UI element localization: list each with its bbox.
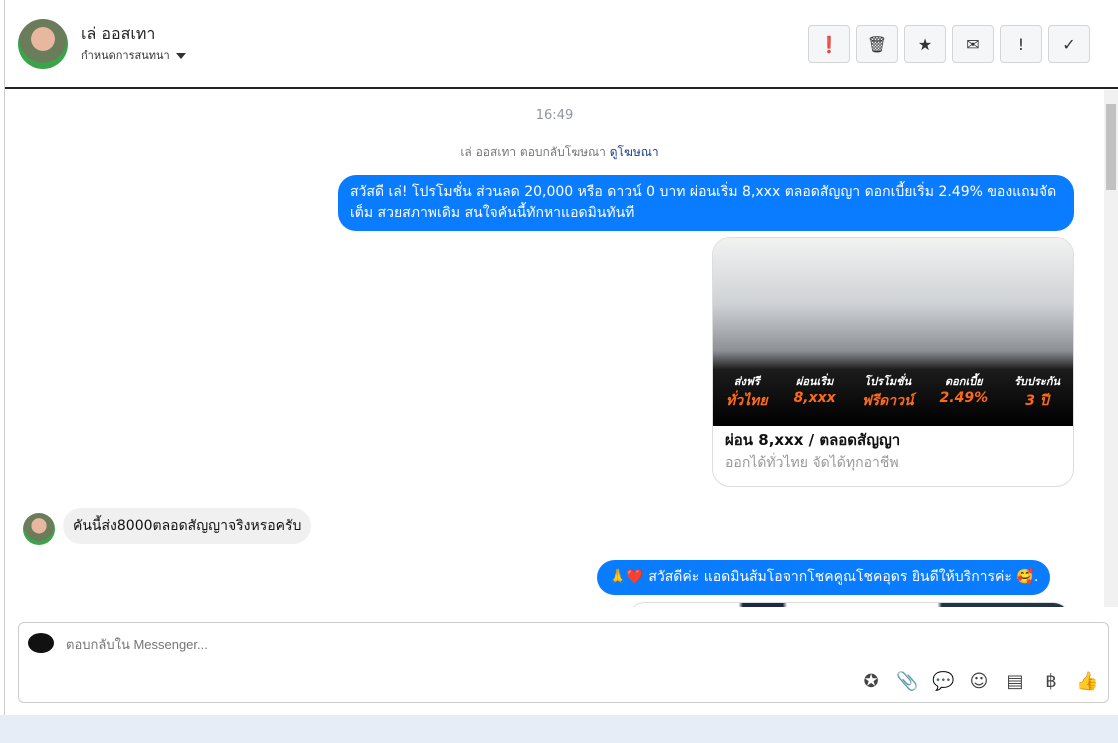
baht-icon[interactable]: ฿ [1040,671,1062,692]
check-icon: ✓ [1062,34,1076,54]
car-image: ส่งฟรี ทั่วไทย ผ่อนเริ่ม 8,xxx โปรโมชั่น ฟร… [713,238,1073,426]
star-icon: ★ [917,34,933,54]
caret-down-icon [175,53,186,59]
promo-item: ผ่อนเริ่ม 8,xxx [793,375,836,406]
star-button[interactable]: ★ [904,25,946,63]
card-title: ผ่อน 8,xxx / ตลอดสัญญา [725,431,901,449]
trash-icon: 🗑 [866,34,888,54]
sender-avatar [23,513,55,545]
incoming-message: คันนี้ส่ง8000ตลอดสัญญาจริงหรอครับ [63,508,312,544]
spam-icon: ❗ [819,34,839,54]
attach-icon[interactable]: 📎 [896,671,918,692]
mark-unread-button[interactable]: ✉ [952,25,994,63]
card-subtitle: ออกได้ทั่วไทย จัดได้ทุกอาชีพ [725,455,899,471]
promo-item: โปรโมชั่น ฟรีดาวน์ [861,375,914,409]
timestamp: 16:49 [535,108,574,123]
spam-button[interactable]: ❗ [808,25,850,63]
outgoing-message: 🙏❤️ สวัสดีค่ะ แอดมินส้มโอจากโชคคูณโชคอุด… [597,560,1051,595]
delete-button[interactable]: 🗑 [856,25,898,63]
promo-item: ดอกเบี้ย 2.49% [939,375,989,406]
like-icon[interactable]: 👍 [1076,671,1098,692]
ad-reply-notice: เล่ ออสเทา ตอบกลับโฆษณา ดูโฆษณา [5,143,1104,162]
ad-card[interactable]: ส่งฟรี ทั่วไทย ผ่อนเริ่ม 8,xxx โปรโมชั่น ฟร… [712,237,1074,487]
bottom-bar [0,715,1118,743]
ad-reply-text: เล่ ออสเทา ตอบกลับโฆษณา [460,145,606,159]
contact-name[interactable]: เล่ ออสเทา [81,22,155,47]
notes-icon[interactable]: ▤ [1004,671,1026,692]
emoji-icon[interactable]: ☺ [968,671,990,692]
exclamation-icon: ! [1017,34,1025,54]
conversation-settings[interactable]: กำหนดการสนทนา [81,46,186,64]
outgoing-message: สวัสดี เล่! โปรโมชั่น ส่วนลด 20,000 หรือ… [338,175,1074,231]
promo-item: รับประกัน 3 ปี [1014,375,1060,409]
image-attachment[interactable] [627,602,1071,607]
message-thread: 16:49 เล่ ออสเทา ตอบกลับโฆษณา ดูโฆษณา สว… [5,90,1104,607]
follow-up-button[interactable]: ! [1000,25,1042,63]
scrollbar[interactable] [1104,90,1118,607]
reply-input[interactable] [66,637,766,652]
conversation-header: เล่ ออสเทา กำหนดการสนทนา ❗ 🗑 ★ ✉ ! ✓ [5,0,1118,89]
mark-done-button[interactable]: ✓ [1048,25,1090,63]
promo-item: ส่งฟรี ทั่วไทย [726,375,768,409]
view-ad-link[interactable]: ดูโฆษณา [610,145,659,159]
envelope-icon: ✉ [966,34,980,54]
saved-reply-icon[interactable]: ✪ [860,671,882,692]
page-avatar [28,633,54,653]
scrollbar-thumb[interactable] [1106,104,1116,190]
avatar[interactable] [18,19,68,69]
conversation-settings-label: กำหนดการสนทนา [81,49,170,62]
composer: ✪ 📎 💬 ☺ ▤ ฿ 👍 [18,622,1109,703]
chat-bubble-icon[interactable]: 💬 [932,671,954,692]
